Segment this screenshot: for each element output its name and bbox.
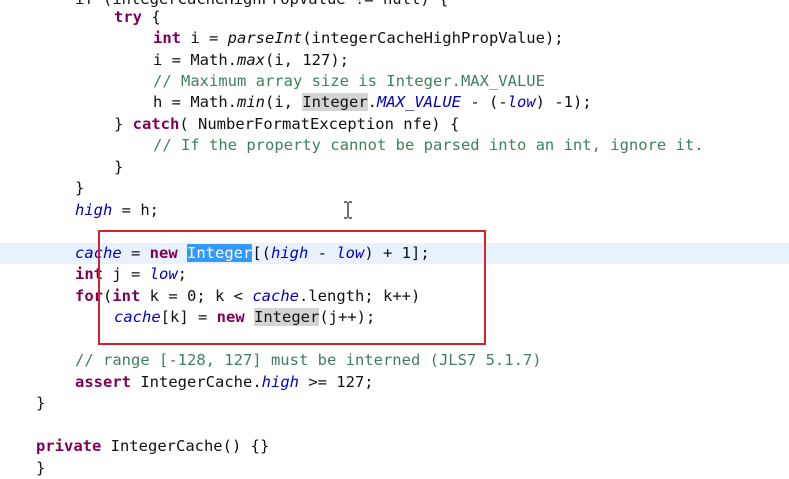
code-token: = h; — [112, 201, 159, 219]
code-keyword: assert — [75, 373, 131, 391]
code-token: >= 127; — [298, 373, 374, 391]
code-keyword: try — [114, 8, 142, 26]
code-token: i = — [181, 29, 228, 47]
code-line[interactable]: } catch( NumberFormatException nfe) { — [0, 114, 459, 135]
code-line[interactable]: } — [0, 393, 45, 414]
code-token: } — [36, 459, 46, 477]
code-line[interactable]: } — [0, 178, 84, 199]
code-line[interactable]: } — [0, 458, 45, 479]
code-keyword: catch — [132, 115, 180, 133]
code-comment: // range [-128, 127] must be interned (J… — [75, 351, 542, 369]
code-line[interactable]: i = Math.max(i, 127); — [0, 50, 349, 71]
code-token: low — [507, 93, 536, 111]
code-token: } — [114, 115, 133, 133]
code-token: IntegerCache. — [131, 373, 262, 391]
code-token: Integer — [302, 93, 368, 111]
code-token: - (- — [461, 93, 508, 111]
code-token: } — [36, 394, 46, 412]
code-keyword: int — [153, 29, 181, 47]
code-token: (i, 127); — [265, 51, 349, 69]
code-line[interactable] — [0, 415, 36, 436]
code-line[interactable]: // range [-128, 127] must be interned (J… — [0, 350, 542, 371]
code-keyword: private — [36, 437, 102, 455]
code-token: ( NumberFormatException nfe) { — [179, 115, 460, 133]
code-line[interactable]: // Maximum array size is Integer.MAX_VAL… — [0, 71, 545, 92]
code-token: max — [237, 51, 265, 69]
code-line[interactable]: // If the property cannot be parsed into… — [0, 135, 704, 156]
code-line[interactable]: try { — [0, 7, 161, 28]
code-line[interactable] — [0, 329, 36, 350]
code-token: . — [367, 93, 377, 111]
code-token: high — [75, 201, 113, 219]
code-token: min — [237, 93, 265, 111]
code-line[interactable]: h = Math.min(i, Integer.MAX_VALUE - (-lo… — [0, 92, 592, 113]
code-token: (integerCacheHighPropValue); — [302, 29, 564, 47]
code-token: } — [75, 179, 85, 197]
code-token: ) -1); — [535, 93, 592, 111]
code-line[interactable]: int i = parseInt(integerCacheHighPropVal… — [0, 28, 564, 49]
code-comment: // Maximum array size is Integer.MAX_VAL… — [153, 72, 545, 90]
code-comment: // If the property cannot be parsed into… — [153, 136, 704, 154]
code-token: i = Math. — [153, 51, 237, 69]
highlight-annotation-box — [98, 230, 486, 345]
code-token: high — [261, 373, 299, 391]
code-token: (i, — [265, 93, 303, 111]
code-editor[interactable]: if (integerCacheHighPropValue != null) {… — [0, 0, 789, 477]
code-line[interactable]: private IntegerCache() {} — [0, 436, 269, 457]
code-line[interactable]: } — [0, 157, 123, 178]
text-cursor-icon — [344, 201, 352, 219]
code-token: IntegerCache() {} — [101, 437, 270, 455]
code-token: h = Math. — [153, 93, 237, 111]
code-line[interactable] — [0, 221, 36, 242]
code-token: MAX_VALUE — [377, 93, 461, 111]
code-token: { — [142, 8, 161, 26]
code-token: parseInt — [227, 29, 303, 47]
code-line[interactable]: assert IntegerCache.high >= 127; — [0, 372, 374, 393]
code-line[interactable]: high = h; — [0, 200, 159, 221]
code-token: } — [114, 158, 124, 176]
